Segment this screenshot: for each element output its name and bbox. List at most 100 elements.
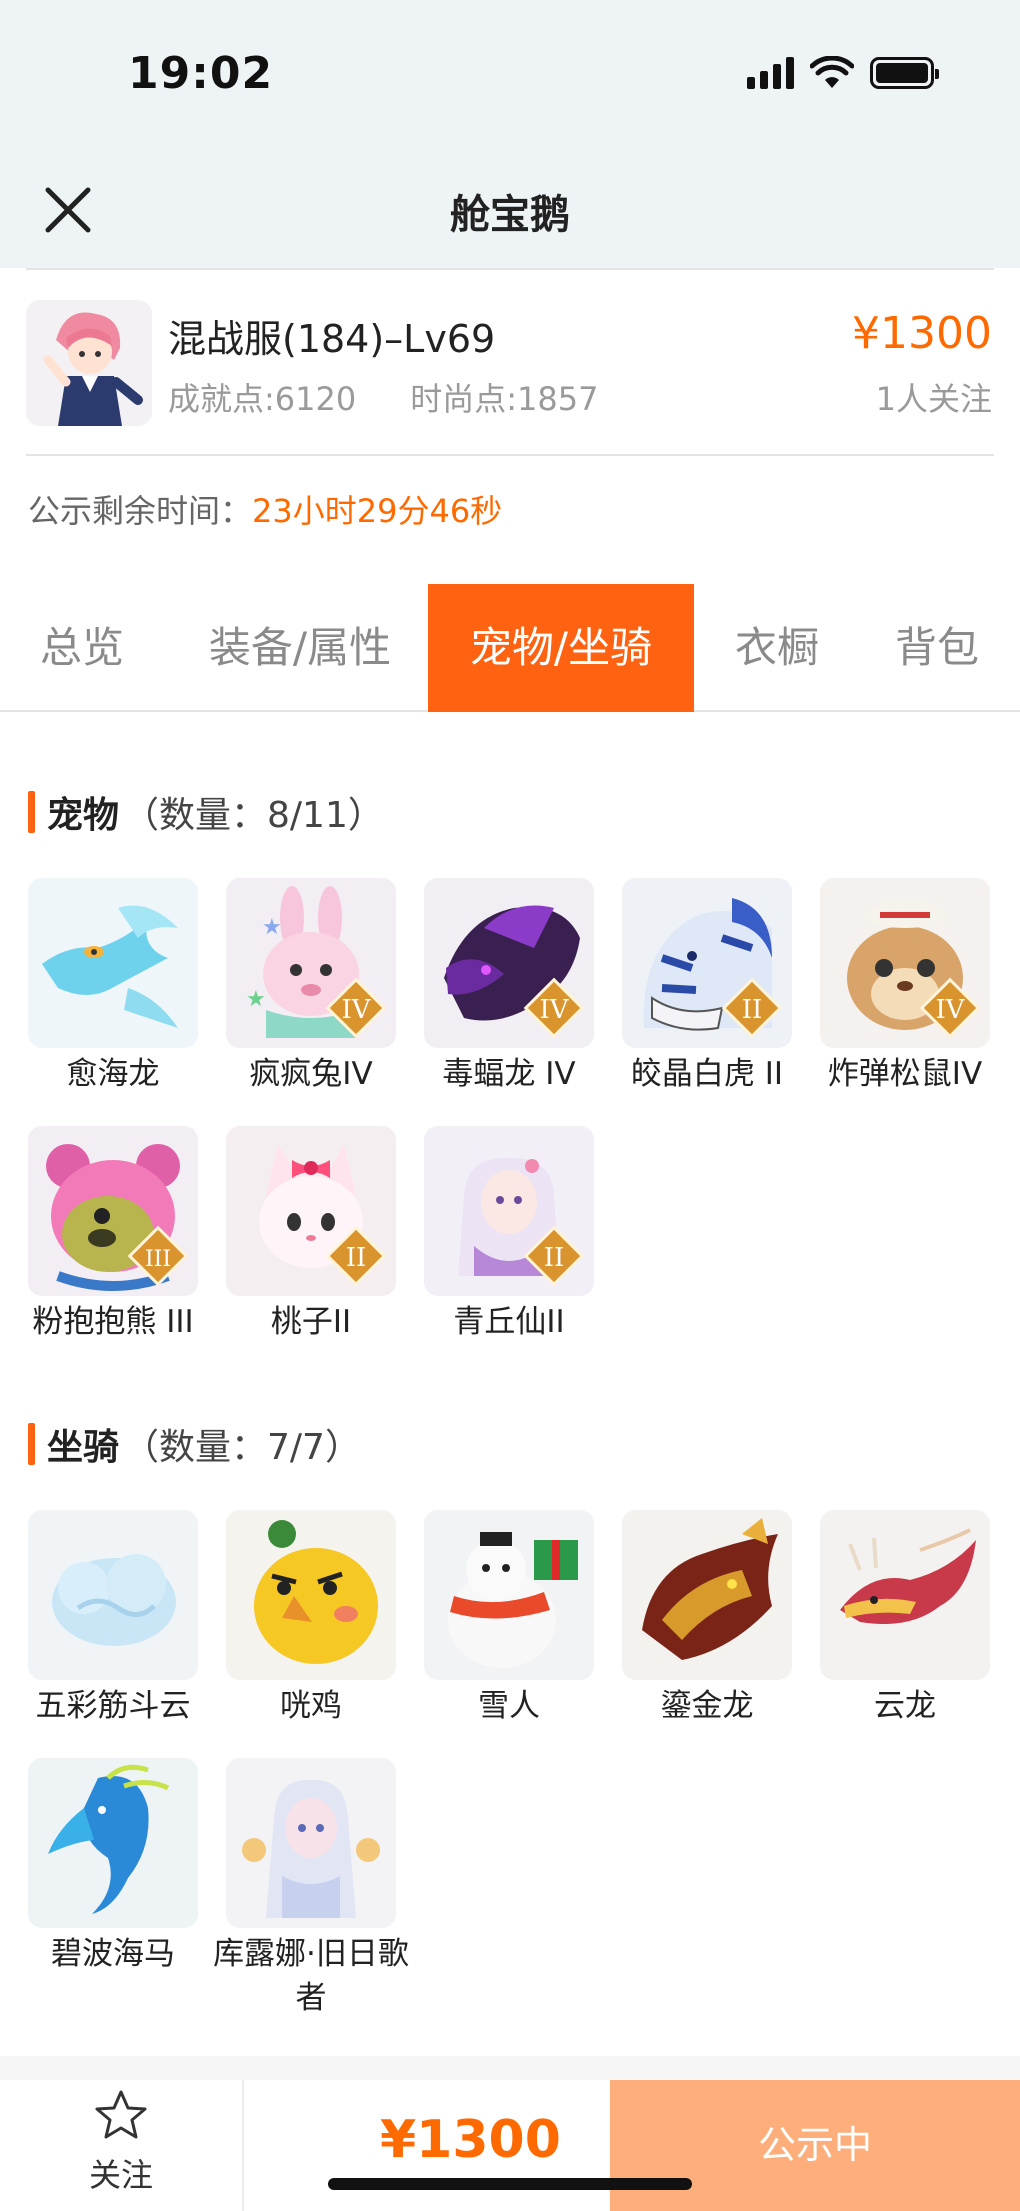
cellular-signal-icon (747, 57, 794, 89)
mount-thumbnail (820, 1510, 990, 1680)
public-notice: 公示剩余时间：23小时29分46秒 (28, 486, 502, 532)
mount-name: 咣鸡 (280, 1688, 342, 1724)
notice-countdown: 23小时29分46秒 (252, 492, 503, 530)
tab-backpack[interactable]: 背包 (872, 584, 1002, 712)
svg-text:IV: IV (935, 995, 965, 1025)
mount-item[interactable]: 库露娜·旧日歌者 (213, 1758, 409, 2020)
tab-bar: 总览 装备/属性 宠物/坐骑 衣橱 背包 (0, 584, 1020, 712)
mount-thumbnail (622, 1510, 792, 1680)
divider (242, 2080, 244, 2211)
pet-name: 疯疯兔IV (249, 1056, 373, 1092)
mount-name: 云龙 (874, 1688, 936, 1724)
pet-item[interactable]: II 皎晶白虎 II (622, 878, 792, 1096)
svg-text:IV: IV (539, 995, 569, 1025)
fashion-points: 时尚点:1857 (410, 380, 599, 418)
pet-thumbnail: II (226, 1126, 396, 1296)
pet-item[interactable]: IV 炸弹松鼠IV (820, 878, 990, 1096)
pets-section-title: 宠物 （数量：8/11） (28, 786, 384, 838)
pet-name: 青丘仙II (453, 1304, 565, 1340)
pet-name: 粉抱抱熊 III (32, 1304, 194, 1340)
tab-overview[interactable]: 总览 (12, 584, 152, 712)
pet-item[interactable]: 愈海龙 (28, 878, 198, 1096)
rank-badge-icon: IV (325, 977, 387, 1039)
mount-item[interactable]: 五彩筋斗云 (28, 1510, 198, 1728)
pet-item[interactable]: ★ ★ IV 疯疯兔IV (226, 878, 396, 1096)
section-name: 宠物 (47, 795, 120, 836)
section-name: 坐骑 (47, 1427, 120, 1468)
mount-item[interactable]: 咣鸡 (226, 1510, 396, 1728)
rank-badge-icon: II (523, 1225, 585, 1287)
section-count: （数量：7/7） (123, 1427, 361, 1468)
wifi-icon (810, 56, 854, 88)
svg-text:II: II (544, 1243, 565, 1273)
svg-text:★: ★ (246, 987, 266, 1012)
divider (26, 268, 994, 270)
svg-text:III: III (145, 1247, 171, 1272)
bottom-price: ¥1300 (380, 2110, 561, 2170)
mount-name: 雪人 (478, 1688, 540, 1724)
pet-thumbnail (28, 878, 198, 1048)
account-price: ¥1300 (852, 308, 992, 359)
rank-badge-icon: II (721, 977, 783, 1039)
follower-count: 1人关注 (875, 380, 992, 418)
mount-thumbnail (226, 1510, 396, 1680)
top-bar: 19:02 舱宝鹅 (0, 0, 1020, 268)
bottom-action-bar: 关注 ¥1300 公示中 (0, 2080, 1020, 2211)
bottom-spacer (0, 2056, 1020, 2080)
pet-thumbnail: IV (424, 878, 594, 1048)
pet-item[interactable]: II 青丘仙II (424, 1126, 594, 1344)
battery-icon (870, 57, 939, 89)
pet-name: 毒蝠龙 IV (442, 1056, 576, 1092)
section-count: （数量：8/11） (123, 795, 384, 836)
star-icon (95, 2090, 147, 2139)
section-marker (28, 791, 35, 833)
public-status-button[interactable]: 公示中 (610, 2080, 1020, 2211)
pet-name: 炸弹松鼠IV (827, 1056, 983, 1092)
rank-badge-icon: IV (919, 977, 981, 1039)
pet-thumbnail: II (622, 878, 792, 1048)
character-avatar (26, 300, 152, 426)
status-time: 19:02 (128, 48, 274, 99)
follow-label: 关注 (88, 2156, 153, 2194)
mount-name: 五彩筋斗云 (35, 1688, 191, 1724)
mounts-section-title: 坐骑 （数量：7/7） (28, 1418, 361, 1470)
svg-text:II: II (742, 995, 763, 1025)
mount-item[interactable]: 云龙 (820, 1510, 990, 1728)
mount-item[interactable]: 碧波海马 (28, 1758, 198, 1976)
pet-thumbnail: IV (820, 878, 990, 1048)
account-summary: 混战服(184)–Lv69 成就点:6120 时尚点:1857 ¥1300 1人… (0, 268, 1020, 458)
pet-item[interactable]: III 粉抱抱熊 III (28, 1126, 198, 1344)
notice-label: 公示剩余时间： (28, 492, 253, 530)
mount-thumbnail (28, 1758, 198, 1928)
pet-name: 桃子II (270, 1304, 352, 1340)
pet-item[interactable]: II 桃子II (226, 1126, 396, 1344)
tab-pets-mounts[interactable]: 宠物/坐骑 (428, 584, 694, 712)
home-indicator (328, 2178, 692, 2190)
svg-text:IV: IV (341, 995, 371, 1025)
divider (26, 454, 994, 456)
pet-item[interactable]: IV 毒蝠龙 IV (424, 878, 594, 1096)
mount-item[interactable]: 雪人 (424, 1510, 594, 1728)
page-title: 舱宝鹅 (450, 192, 570, 238)
follow-button[interactable]: 关注 (60, 2088, 182, 2206)
achievement-points: 成就点:6120 (168, 380, 357, 418)
mount-thumbnail (28, 1510, 198, 1680)
tab-wardrobe[interactable]: 衣橱 (712, 584, 842, 712)
rank-badge-icon: IV (523, 977, 585, 1039)
rank-badge-icon: III (127, 1225, 189, 1287)
pet-thumbnail: III (28, 1126, 198, 1296)
points-row: 成就点:6120 时尚点:1857 (168, 374, 598, 420)
mount-item[interactable]: 鎏金龙 (622, 1510, 792, 1728)
section-marker (28, 1423, 35, 1465)
mount-name: 碧波海马 (51, 1936, 175, 1972)
status-icons (747, 56, 939, 90)
mount-name: 鎏金龙 (660, 1688, 754, 1724)
tab-equipment[interactable]: 装备/属性 (190, 584, 410, 712)
mount-thumbnail (226, 1758, 396, 1928)
mount-thumbnail (424, 1510, 594, 1680)
pet-name: 愈海龙 (66, 1056, 160, 1092)
mount-name: 库露娜·旧日歌者 (213, 1936, 409, 2016)
svg-text:II: II (346, 1243, 367, 1273)
server-level: 混战服(184)–Lv69 (168, 317, 496, 361)
svg-text:★: ★ (262, 915, 282, 940)
